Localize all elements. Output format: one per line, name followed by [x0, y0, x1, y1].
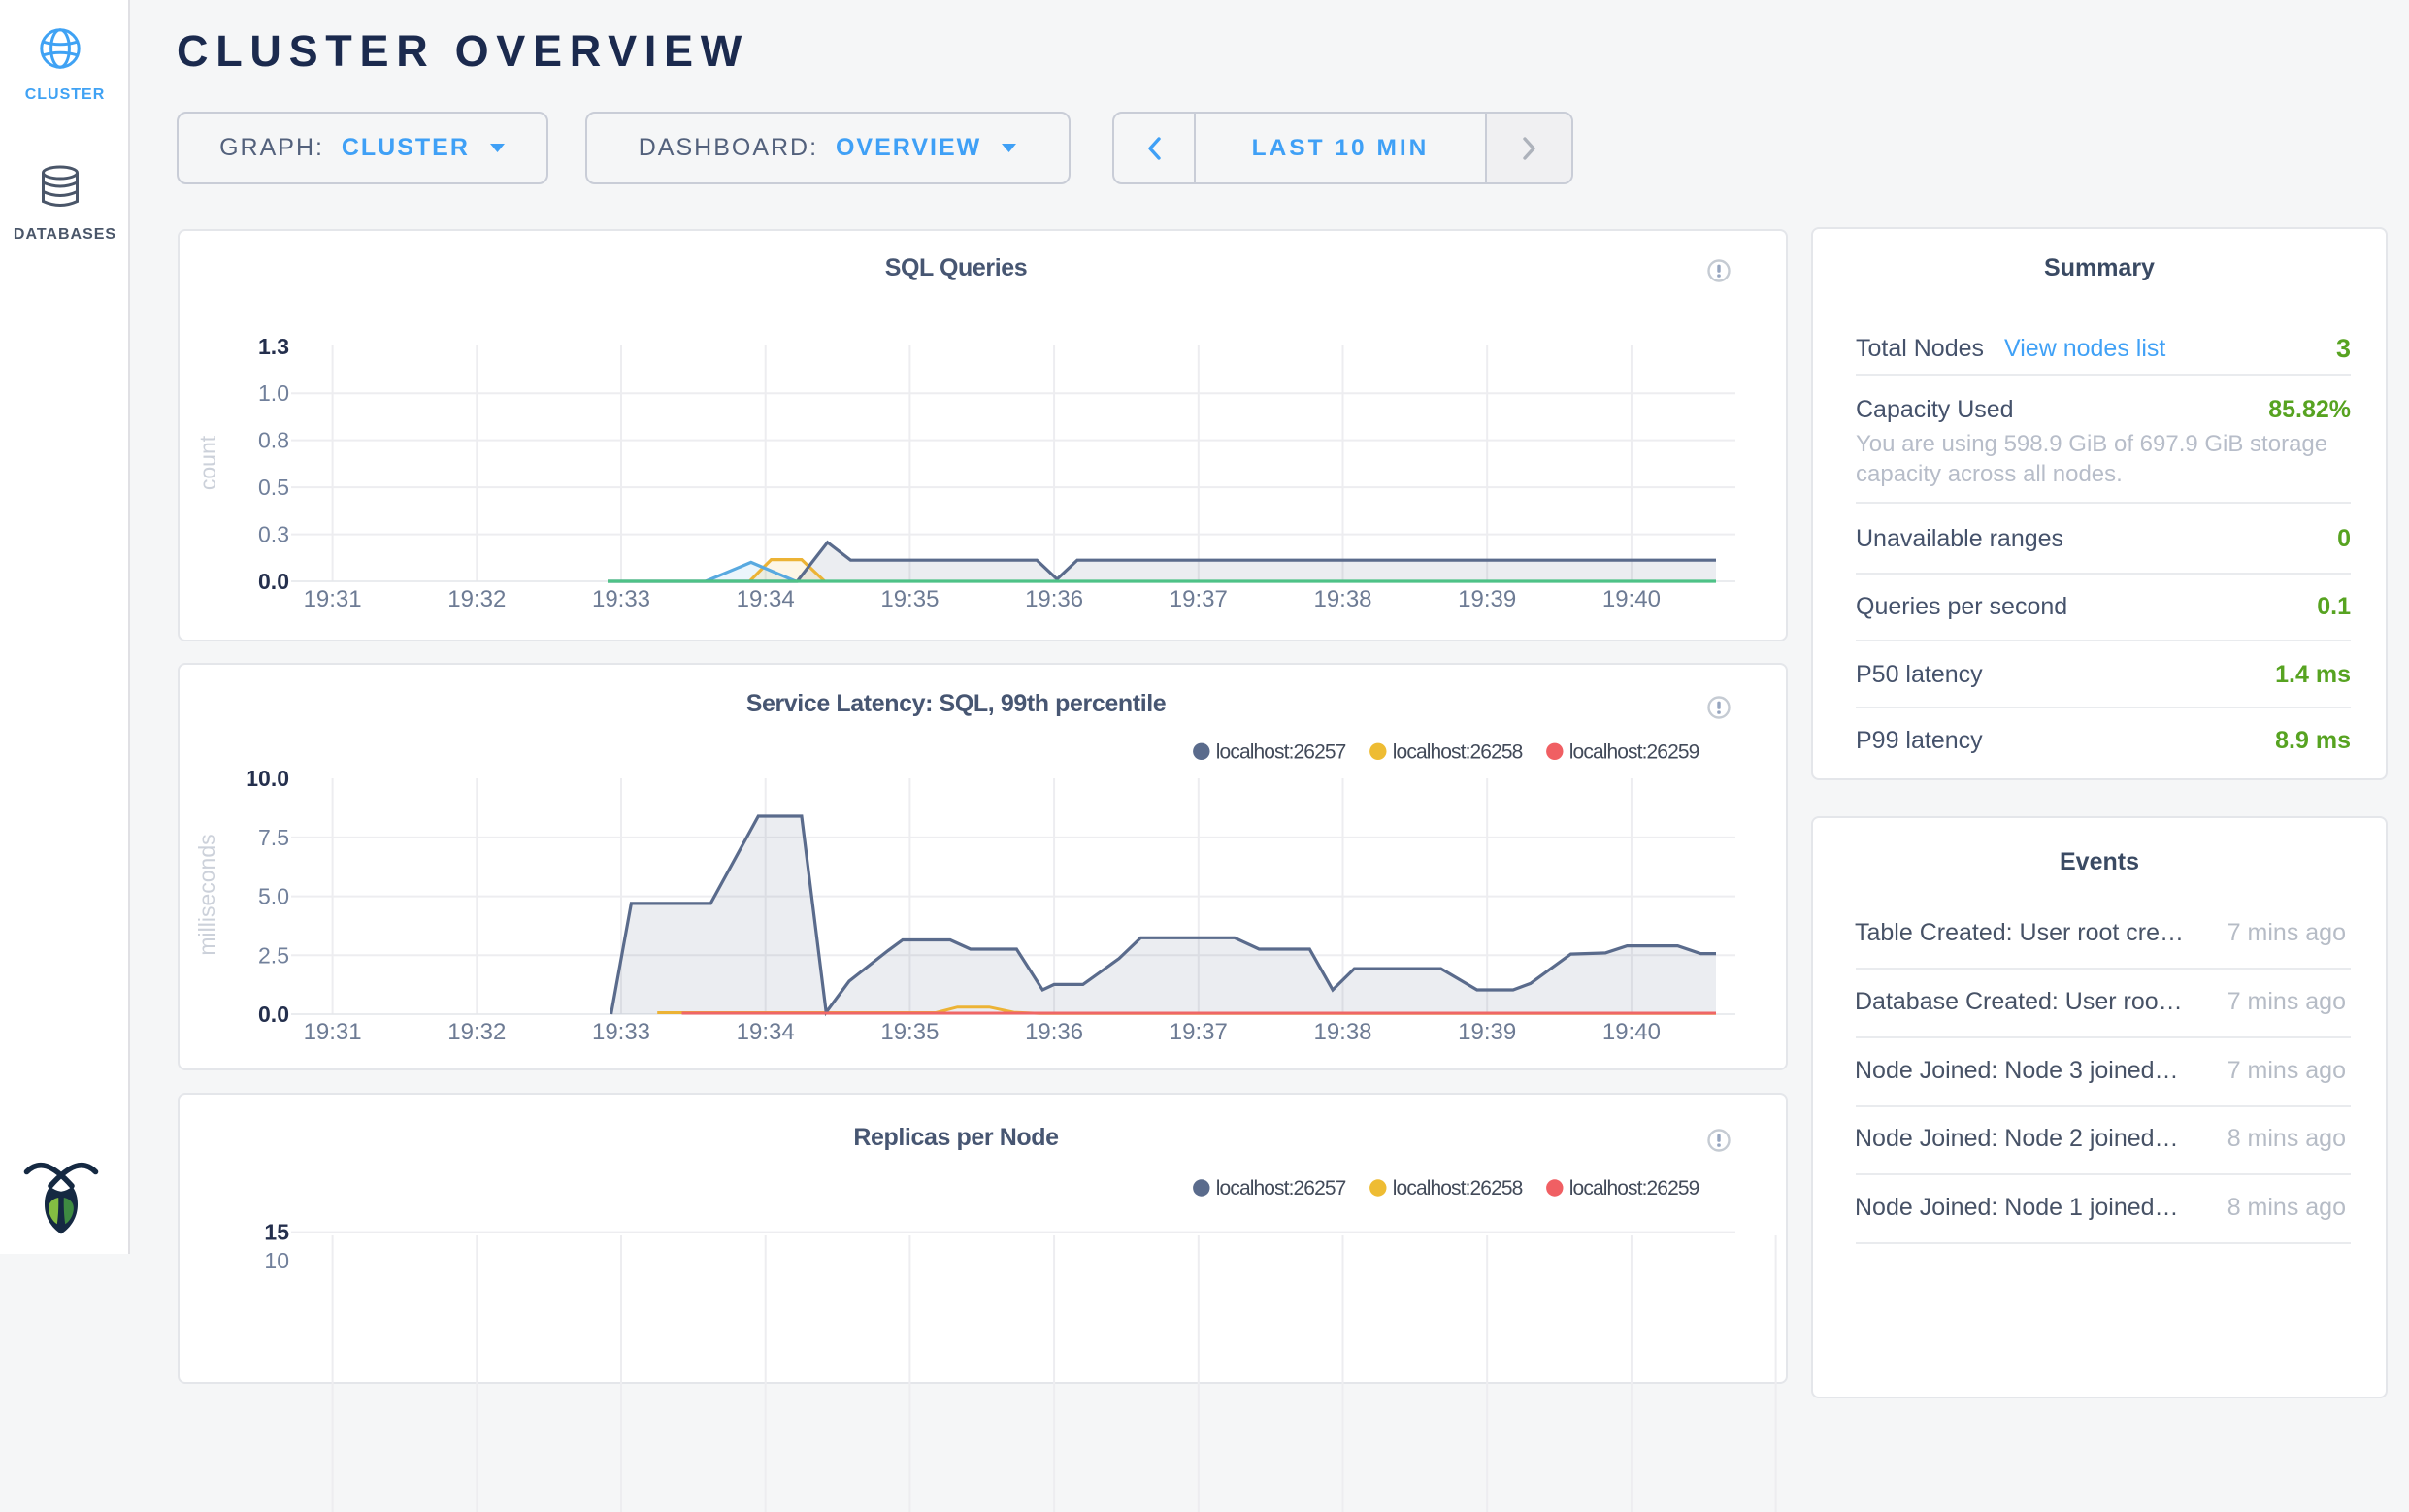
- svg-text:2.5: 2.5: [258, 942, 289, 968]
- svg-text:0.0: 0.0: [258, 1002, 289, 1027]
- svg-text:localhost:26258: localhost:26258: [1393, 740, 1523, 763]
- svg-text:7.5: 7.5: [258, 825, 289, 850]
- svg-text:localhost:26259: localhost:26259: [1569, 1177, 1700, 1200]
- svg-text:19:38: 19:38: [1313, 586, 1371, 612]
- svg-text:Replicas per Node: Replicas per Node: [853, 1124, 1059, 1151]
- svg-text:SQL Queries: SQL Queries: [885, 254, 1028, 281]
- svg-text:1.3: 1.3: [258, 334, 289, 359]
- svg-text:15: 15: [264, 1220, 289, 1245]
- svg-text:10: 10: [264, 1248, 289, 1273]
- svg-text:localhost:26257: localhost:26257: [1216, 1177, 1346, 1200]
- svg-text:19:32: 19:32: [447, 586, 506, 612]
- svg-text:19:35: 19:35: [880, 1019, 939, 1045]
- svg-text:count: count: [195, 435, 220, 490]
- svg-text:19:40: 19:40: [1602, 1019, 1661, 1045]
- svg-text:19:39: 19:39: [1458, 1019, 1516, 1045]
- svg-text:5.0: 5.0: [258, 884, 289, 909]
- svg-text:19:33: 19:33: [592, 586, 650, 612]
- svg-text:10.0: 10.0: [246, 766, 289, 791]
- svg-text:19:37: 19:37: [1170, 1019, 1228, 1045]
- svg-text:19:31: 19:31: [304, 586, 362, 612]
- svg-text:19:36: 19:36: [1025, 1019, 1083, 1045]
- svg-text:milliseconds: milliseconds: [194, 834, 219, 955]
- svg-text:localhost:26258: localhost:26258: [1393, 1177, 1523, 1200]
- svg-text:19:40: 19:40: [1602, 586, 1661, 612]
- svg-text:19:39: 19:39: [1458, 586, 1516, 612]
- svg-text:19:33: 19:33: [592, 1019, 650, 1045]
- svg-text:0.8: 0.8: [258, 428, 289, 453]
- svg-text:19:32: 19:32: [447, 1019, 506, 1045]
- svg-text:1.0: 1.0: [258, 380, 289, 406]
- svg-text:0.5: 0.5: [258, 475, 289, 500]
- svg-text:0.3: 0.3: [258, 522, 289, 547]
- svg-text:19:31: 19:31: [304, 1019, 362, 1045]
- svg-text:19:37: 19:37: [1170, 586, 1228, 612]
- svg-text:Service Latency: SQL, 99th per: Service Latency: SQL, 99th percentile: [746, 690, 1167, 717]
- svg-text:19:34: 19:34: [737, 1019, 795, 1045]
- svg-text:19:35: 19:35: [880, 586, 939, 612]
- svg-text:19:36: 19:36: [1025, 586, 1083, 612]
- svg-text:19:34: 19:34: [737, 586, 795, 612]
- svg-text:0.0: 0.0: [258, 569, 289, 594]
- svg-text:19:38: 19:38: [1313, 1019, 1371, 1045]
- svg-text:localhost:26259: localhost:26259: [1569, 740, 1700, 763]
- svg-text:localhost:26257: localhost:26257: [1216, 740, 1346, 763]
